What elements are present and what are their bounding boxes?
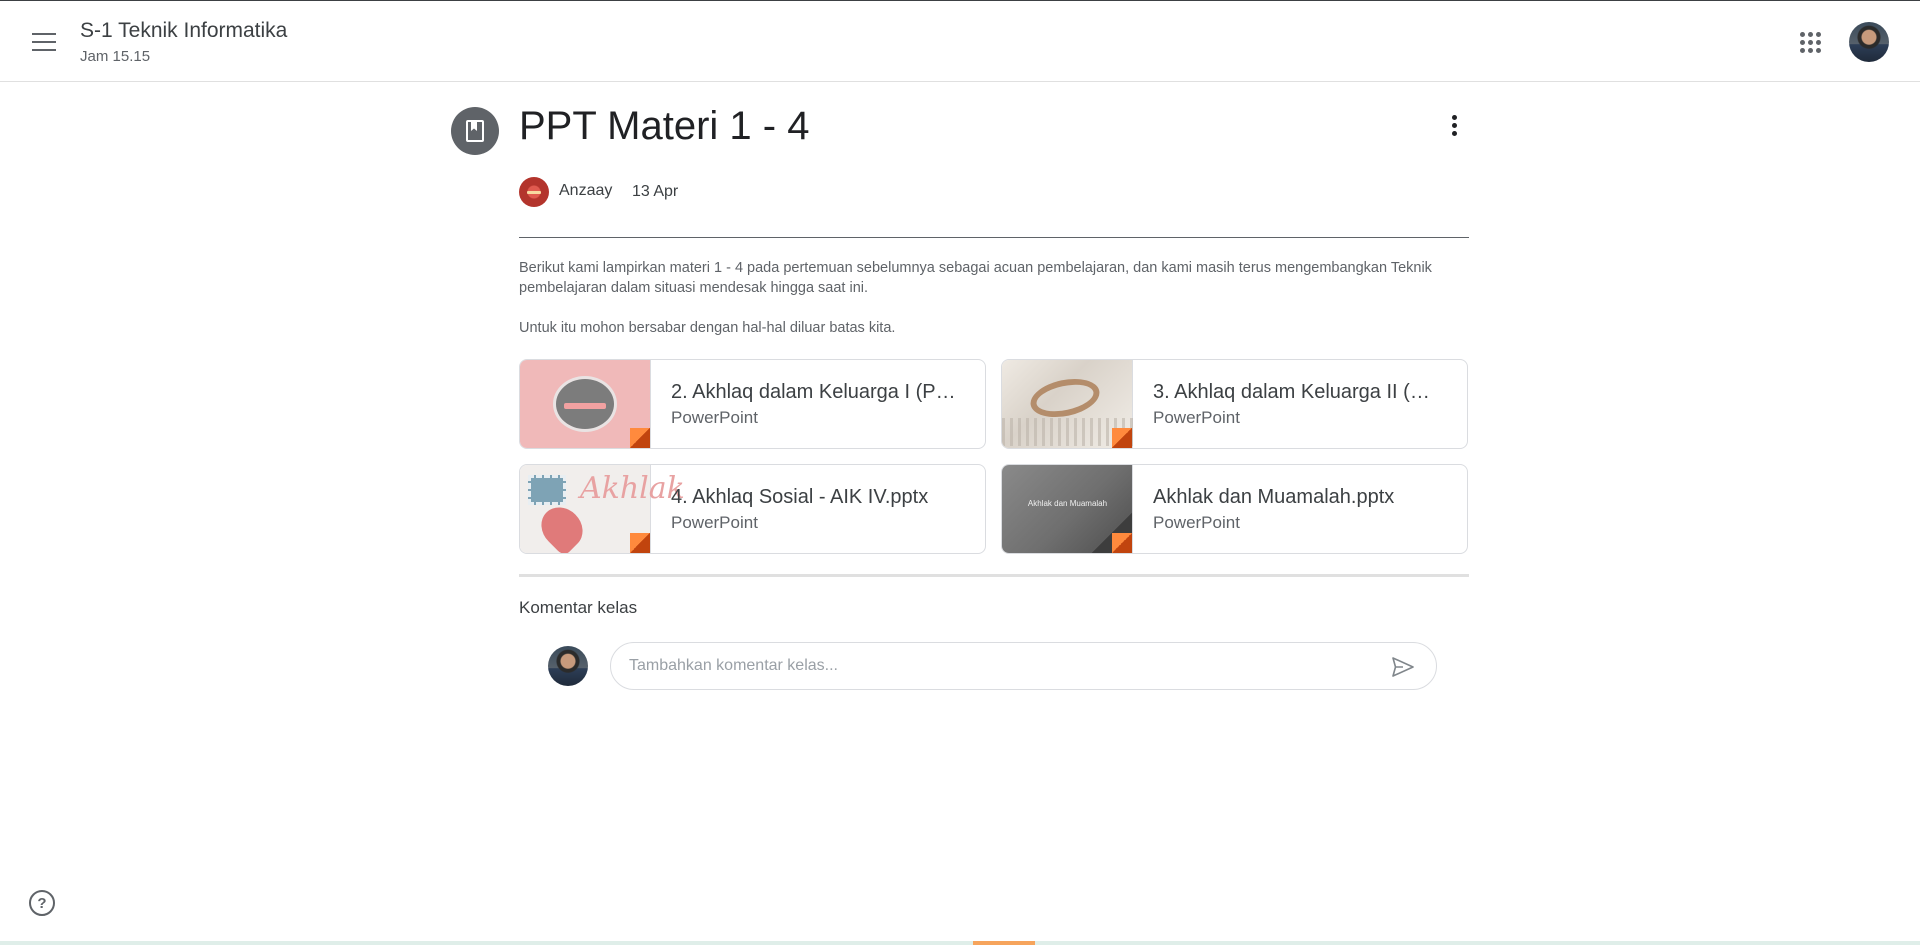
post-date: 13 Apr	[632, 183, 679, 200]
attachment-card[interactable]: Akhlak 4. Akhlaq Sosial - AIK IV.pptx Po…	[519, 464, 986, 554]
top-app-bar: S-1 Teknik Informatika Jam 15.15	[0, 0, 1920, 82]
attachment-thumbnail	[1002, 360, 1133, 448]
attachment-card[interactable]: 3. Akhlaq dalam Keluarga II (Pertemuan 3…	[1001, 359, 1468, 449]
comment-input[interactable]	[629, 643, 1369, 689]
class-name[interactable]: S-1 Teknik Informatika	[80, 19, 287, 43]
thumbnail-slide-title: Akhlak dan Muamalah	[1027, 499, 1108, 508]
post-description: Berikut kami lampirkan materi 1 - 4 pada…	[519, 260, 1432, 296]
comment-box	[610, 642, 1437, 690]
attachment-thumbnail: Akhlak	[520, 465, 685, 553]
attachment-name: 4. Akhlaq Sosial - AIK IV.pptx	[671, 486, 929, 508]
send-button[interactable]	[1387, 651, 1419, 683]
attachment-type: PowerPoint	[1153, 408, 1240, 427]
menu-icon	[32, 33, 56, 51]
attachment-name: 3. Akhlaq dalam Keluarga II (Pertemuan 3…	[1153, 381, 1443, 403]
author-name: Anzaay	[559, 182, 613, 199]
bottom-status-strip	[0, 941, 1920, 945]
google-apps-button[interactable]	[1790, 22, 1830, 62]
attachment-thumbnail: Akhlak dan Muamalah	[1002, 465, 1133, 553]
attachment-name: 2. Akhlaq dalam Keluarga I (Pertemuan 2)…	[671, 381, 961, 403]
header-divider	[519, 237, 1469, 238]
more-vert-icon	[1451, 114, 1457, 120]
powerpoint-icon	[1112, 533, 1132, 553]
material-type-badge	[451, 107, 499, 155]
class-section: Jam 15.15	[80, 48, 151, 65]
attachment-type: PowerPoint	[1153, 513, 1240, 532]
more-options-button[interactable]	[1434, 105, 1474, 145]
send-icon	[1392, 657, 1414, 677]
menu-button[interactable]	[24, 22, 64, 62]
powerpoint-icon	[630, 428, 650, 448]
attachment-type: PowerPoint	[671, 408, 758, 427]
help-icon[interactable]: ?	[29, 890, 55, 916]
post-description-note: Untuk itu mohon bersabar dengan hal-hal …	[519, 320, 896, 336]
attachment-thumbnail	[520, 360, 651, 448]
attachment-card[interactable]: Akhlak dan Muamalah Akhlak dan Muamalah.…	[1001, 464, 1468, 554]
author-avatar	[519, 177, 549, 207]
class-comments-heading: Komentar kelas	[519, 598, 638, 617]
powerpoint-icon	[1112, 428, 1132, 448]
attachment-card[interactable]: 2. Akhlaq dalam Keluarga I (Pertemuan 2)…	[519, 359, 986, 449]
attachment-name: Akhlak dan Muamalah.pptx	[1153, 486, 1395, 508]
powerpoint-icon	[630, 533, 650, 553]
current-user-avatar	[548, 646, 588, 686]
attachment-type: PowerPoint	[671, 513, 758, 532]
post-title: PPT Materi 1 - 4	[519, 104, 810, 148]
comments-divider	[519, 574, 1469, 577]
apps-grid-icon	[1799, 31, 1821, 53]
account-avatar[interactable]	[1849, 22, 1889, 62]
book-icon	[466, 120, 484, 142]
